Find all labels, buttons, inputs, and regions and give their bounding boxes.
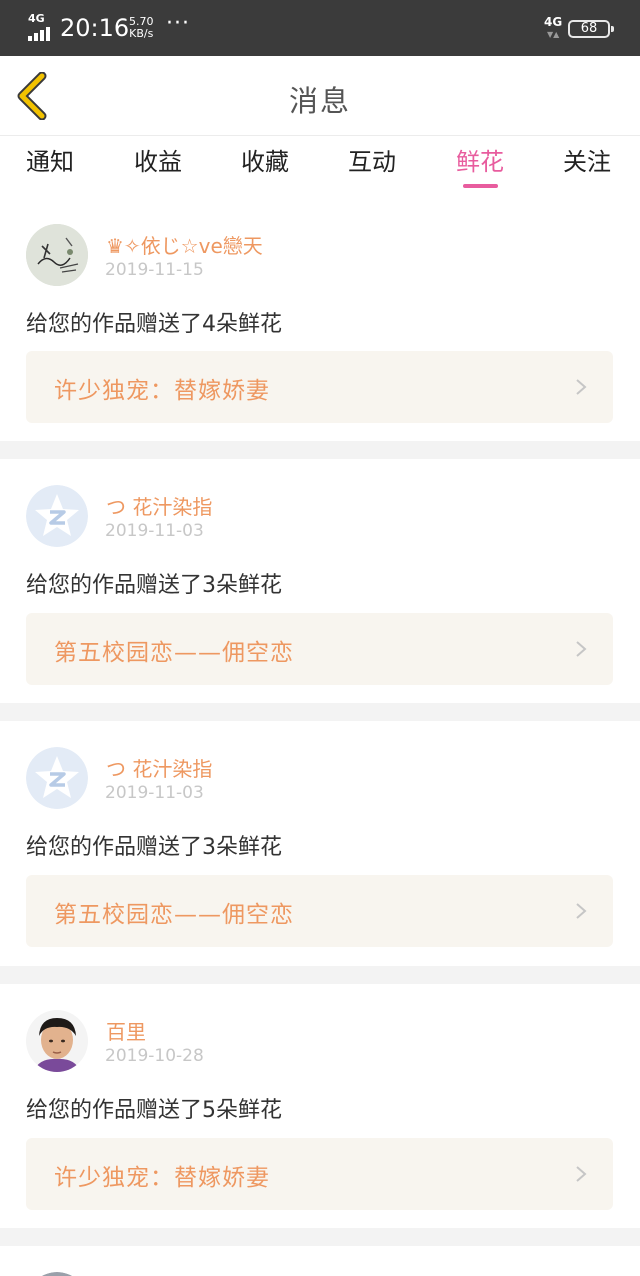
username[interactable]: つ 花汁染指 xyxy=(106,491,212,520)
avatar[interactable] xyxy=(26,224,88,286)
speed-unit: KB/s xyxy=(129,27,154,40)
message-card: 百里 2019-10-28 给您的作品赠送了5朵鲜花 许少独宠：替嫁娇妻 xyxy=(0,984,640,1228)
user-avatar-image xyxy=(26,1010,88,1072)
work-link[interactable]: 许少独宠：替嫁娇妻 xyxy=(26,351,613,423)
message-card: つ 花汁染指 2019-11-03 给您的作品赠送了3朵鲜花 第五校园恋——佣空… xyxy=(0,459,640,703)
more-notifications-icon: ··· xyxy=(166,11,190,36)
chevron-right-icon xyxy=(576,1166,587,1182)
work-link[interactable]: 许少独宠：替嫁娇妻 xyxy=(26,1138,613,1210)
network-speed: 5.70 KB/s xyxy=(129,16,154,40)
tab-notifications[interactable]: 通知 xyxy=(26,147,74,177)
top-navigation-bar: 消息 xyxy=(0,56,640,136)
divider xyxy=(0,1228,640,1246)
message-date: 2019-11-03 xyxy=(105,783,204,803)
avatar[interactable] xyxy=(26,1272,88,1276)
message-date: 2019-11-03 xyxy=(105,521,204,541)
divider xyxy=(0,703,640,721)
message-date: 2019-10-28 xyxy=(105,1046,204,1066)
tab-favorites[interactable]: 收藏 xyxy=(241,147,289,177)
username[interactable]: つ 花汁染指 xyxy=(106,753,212,782)
message-text: 给您的作品赠送了3朵鲜花 xyxy=(26,573,282,598)
data-activity-icon: ▼▲ xyxy=(547,30,560,39)
avatar[interactable] xyxy=(26,747,88,809)
work-title: 许少独宠：替嫁娇妻 xyxy=(54,378,270,404)
qq-star-avatar-icon xyxy=(26,485,88,547)
active-tab-indicator xyxy=(463,184,498,188)
message-card xyxy=(0,1246,640,1276)
avatar[interactable] xyxy=(26,485,88,547)
message-card: ♛✧依じ☆ve戀天 2019-11-15 给您的作品赠送了4朵鲜花 许少独宠：替… xyxy=(0,200,640,441)
work-title: 第五校园恋——佣空恋 xyxy=(54,640,294,666)
page-title: 消息 xyxy=(288,84,351,118)
tab-earnings[interactable]: 收益 xyxy=(134,147,182,177)
work-title: 许少独宠：替嫁娇妻 xyxy=(54,1165,270,1191)
divider xyxy=(0,441,640,459)
chevron-right-icon xyxy=(576,641,587,657)
qq-star-avatar-icon xyxy=(26,747,88,809)
clock: 20:16 xyxy=(60,14,130,42)
message-date: 2019-11-15 xyxy=(105,260,204,280)
message-card: つ 花汁染指 2019-11-03 给您的作品赠送了3朵鲜花 第五校园恋——佣空… xyxy=(0,721,640,966)
username[interactable]: ♛✧依じ☆ve戀天 xyxy=(106,230,263,259)
user-avatar-image xyxy=(41,1272,73,1276)
user-avatar-image xyxy=(26,224,88,286)
message-text: 给您的作品赠送了5朵鲜花 xyxy=(26,1098,282,1123)
work-title: 第五校园恋——佣空恋 xyxy=(54,902,294,928)
message-text: 给您的作品赠送了4朵鲜花 xyxy=(26,312,282,337)
tab-flowers[interactable]: 鲜花 xyxy=(456,147,504,177)
chevron-right-icon xyxy=(576,379,587,395)
work-link[interactable]: 第五校园恋——佣空恋 xyxy=(26,613,613,685)
network-type: 4G xyxy=(28,12,45,25)
username[interactable]: 百里 xyxy=(106,1016,146,1045)
signal-icon: 4G xyxy=(26,12,56,41)
tab-bar: 通知 收益 收藏 互动 鲜花 关注 xyxy=(0,137,640,197)
avatar[interactable] xyxy=(26,1010,88,1072)
tab-follows[interactable]: 关注 xyxy=(563,147,611,177)
message-text: 给您的作品赠送了3朵鲜花 xyxy=(26,835,282,860)
divider xyxy=(0,966,640,984)
status-bar: 4G 20:16 5.70 KB/s ··· 4G ▼▲ 68 xyxy=(0,0,640,56)
work-link[interactable]: 第五校园恋——佣空恋 xyxy=(26,875,613,947)
battery-icon: 68 xyxy=(568,20,614,38)
tab-interactions[interactable]: 互动 xyxy=(348,147,396,177)
network-type-right: 4G xyxy=(544,15,563,29)
chevron-right-icon xyxy=(576,903,587,919)
